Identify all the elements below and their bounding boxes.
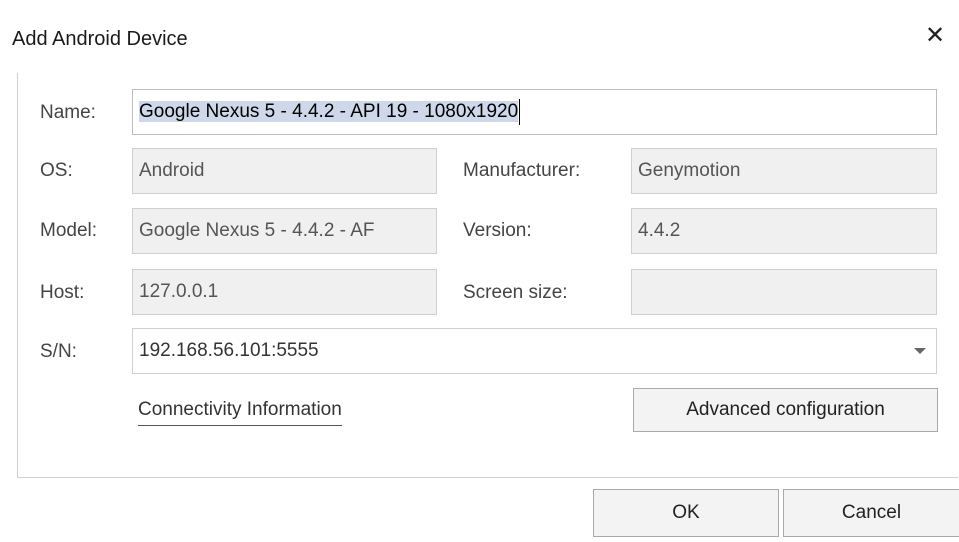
host-field: 127.0.0.1: [132, 269, 437, 315]
version-label: Version:: [463, 220, 532, 241]
name-input-selected-text: Google Nexus 5 - 4.4.2 - API 19 - 1080x1…: [139, 101, 519, 122]
os-field: Android: [132, 148, 437, 194]
screen-size-label: Screen size:: [463, 282, 568, 303]
close-icon[interactable]: ✕: [921, 22, 949, 50]
sn-dropdown[interactable]: 192.168.56.101:5555: [132, 328, 937, 374]
host-label: Host:: [40, 282, 85, 303]
manufacturer-label: Manufacturer:: [463, 160, 581, 181]
device-form-panel: Name: Google Nexus 5 - 4.4.2 - API 19 - …: [17, 73, 958, 478]
model-label: Model:: [40, 220, 98, 241]
dialog-footer: OK Cancel: [0, 478, 959, 542]
screen-size-field: [631, 269, 937, 315]
title-bar: Add Android Device ✕: [0, 0, 959, 72]
name-input[interactable]: Google Nexus 5 - 4.4.2 - API 19 - 1080x1…: [132, 89, 937, 135]
sn-value: 192.168.56.101:5555: [139, 340, 319, 361]
chevron-down-icon[interactable]: [914, 348, 926, 354]
version-field: 4.4.2: [631, 208, 937, 254]
advanced-configuration-button[interactable]: Advanced configuration: [633, 388, 938, 432]
ok-button[interactable]: OK: [593, 489, 779, 537]
cancel-button[interactable]: Cancel: [783, 489, 959, 537]
manufacturer-field: Genymotion: [631, 148, 937, 194]
os-label: OS:: [40, 160, 73, 181]
sn-label: S/N:: [40, 341, 77, 362]
connectivity-information-link[interactable]: Connectivity Information: [138, 399, 342, 426]
text-caret: [519, 98, 521, 125]
model-field: Google Nexus 5 - 4.4.2 - AF: [132, 208, 437, 254]
dialog-title: Add Android Device: [12, 28, 188, 50]
name-label: Name:: [40, 102, 96, 123]
add-android-device-dialog: Add Android Device ✕ Name: Google Nexus …: [0, 0, 959, 542]
